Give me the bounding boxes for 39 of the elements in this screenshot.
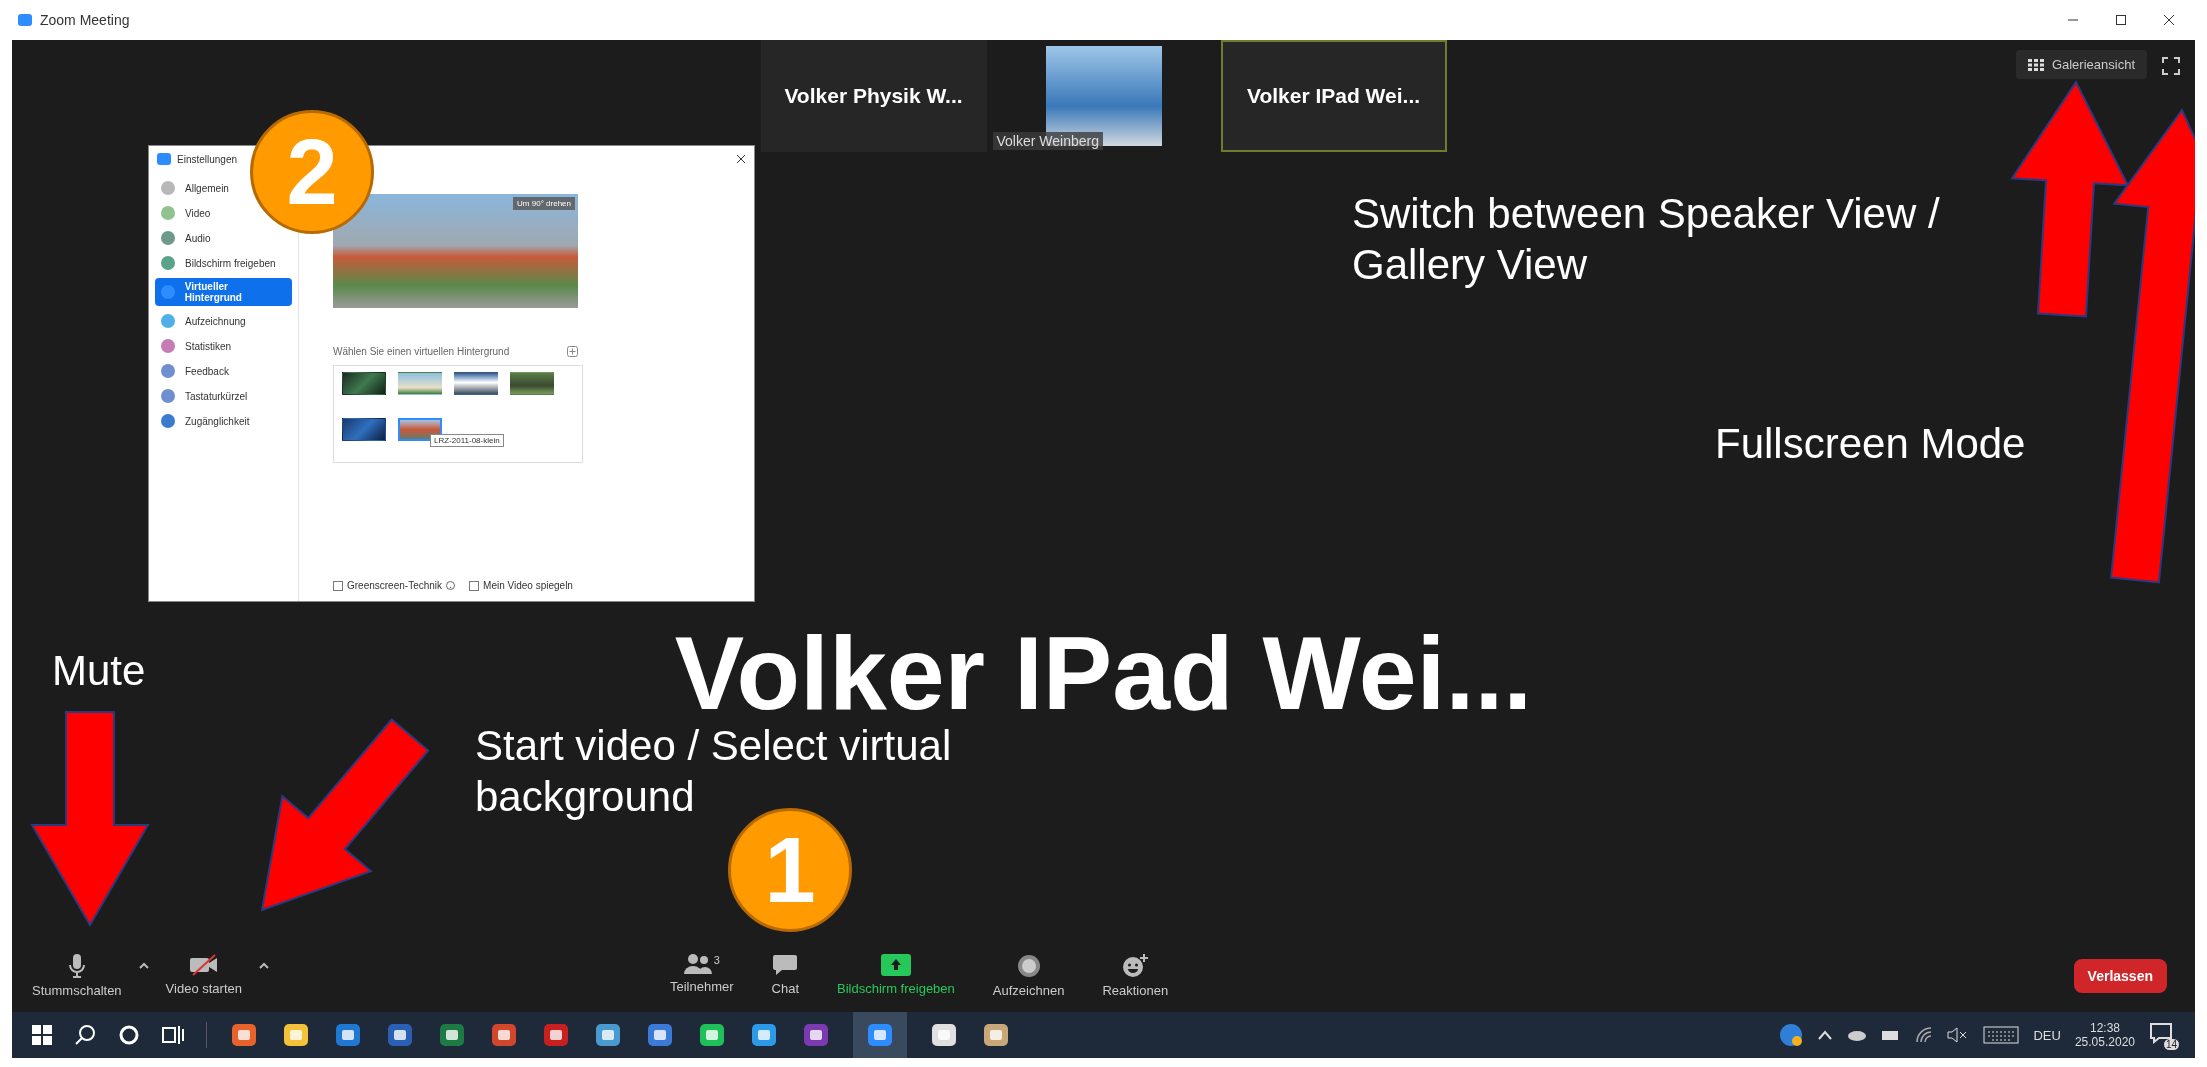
- rotate-button[interactable]: Um 90° drehen: [513, 197, 575, 210]
- participant-tile[interactable]: Volker Physik W...: [760, 40, 987, 152]
- annotation-text: Switch between Speaker View / Gallery View: [1352, 189, 1941, 291]
- window-title: Zoom Meeting: [40, 12, 131, 28]
- settings-nav-item[interactable]: Feedback: [155, 361, 235, 381]
- settings-nav-item[interactable]: Zugänglichkeit: [155, 411, 256, 431]
- settings-nav-item[interactable]: Allgemein: [155, 178, 235, 198]
- reactions-button[interactable]: Reaktionen: [1092, 950, 1179, 1002]
- tooltip: LRZ-2011-08-klein: [430, 434, 504, 447]
- participant-count: 3: [713, 954, 720, 966]
- record-button[interactable]: Aufzeichnen: [982, 950, 1075, 1002]
- clock-date: 25.05.2020: [2074, 1035, 2135, 1049]
- settings-nav-item[interactable]: Video: [155, 203, 217, 223]
- settings-nav-item[interactable]: Statistiken: [155, 336, 238, 356]
- participant-tile[interactable]: Volker IPad Wei...: [1220, 40, 1447, 152]
- gallery-view-button[interactable]: Galerieansicht: [2015, 50, 2147, 79]
- chat-button[interactable]: Chat: [761, 950, 810, 1002]
- settings-nav-item[interactable]: Virtueller Hintergrund: [155, 278, 292, 306]
- settings-nav-item[interactable]: Tastaturkürzel: [155, 386, 254, 406]
- participants-button[interactable]: 3 Teilnehmer: [659, 950, 744, 1002]
- mute-button[interactable]: Stummschalten: [22, 950, 132, 1002]
- settings-nav-item[interactable]: Aufzeichnung: [155, 311, 252, 331]
- clock-time: 12:38: [2089, 1021, 2120, 1035]
- share-button[interactable]: Bildschirm freigeben: [827, 950, 965, 1002]
- input-language[interactable]: DEU: [2033, 1027, 2061, 1043]
- notification-count: 14: [2163, 1039, 2179, 1050]
- annotation-text: Fullscreen Mode: [1715, 419, 2027, 469]
- checkbox-label: Mein Video spiegeln: [483, 580, 573, 591]
- dialog-title: Einstellungen: [177, 153, 239, 165]
- checkbox-label: Greenscreen-Technik: [347, 580, 443, 591]
- settings-nav-item[interactable]: Audio: [155, 228, 217, 248]
- participant-name: Volker Weinberg: [992, 132, 1103, 150]
- settings-nav-item[interactable]: Bildschirm freigeben: [155, 253, 282, 273]
- start-video-button[interactable]: Video starten: [155, 950, 252, 1002]
- section-heading: Wählen Sie einen virtuellen Hintergrund: [333, 346, 510, 357]
- step-number-marker: 2: [250, 110, 374, 234]
- step-number-marker: 1: [728, 808, 852, 932]
- leave-button[interactable]: Verlassen: [2073, 959, 2167, 993]
- annotation-text: Mute: [52, 646, 147, 696]
